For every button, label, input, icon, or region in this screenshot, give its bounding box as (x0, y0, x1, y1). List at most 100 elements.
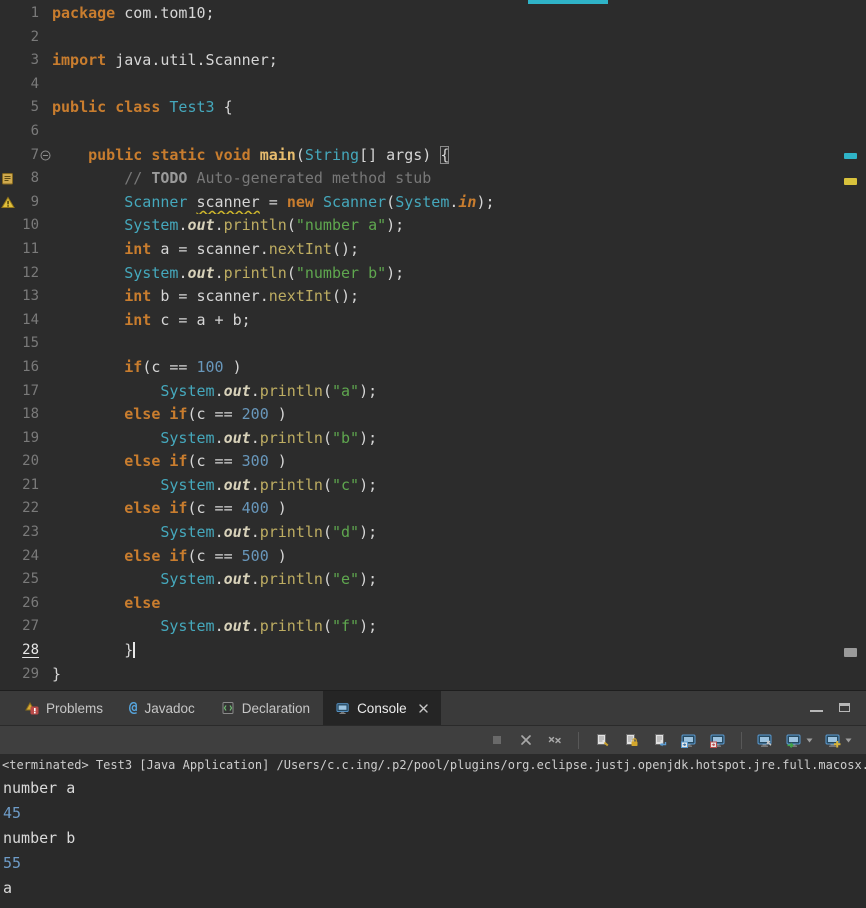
annotation-ruler-cell[interactable] (0, 380, 15, 404)
warning-marker-icon (0, 196, 15, 209)
open-console-button[interactable] (822, 729, 854, 751)
annotation-ruler-cell[interactable] (0, 49, 15, 73)
code-line[interactable]: 13 int b = scanner.nextInt(); (0, 285, 866, 309)
annotation-ruler-cell[interactable] (0, 639, 15, 663)
fold-ruler-cell (39, 663, 52, 687)
annotation-ruler-cell[interactable] (0, 474, 15, 498)
console-view[interactable]: <terminated> Test3 [Java Application] /U… (0, 754, 866, 908)
code-line[interactable]: 17 System.out.println("a"); (0, 380, 866, 404)
annotation-ruler-cell[interactable] (0, 26, 15, 50)
pin-console-button[interactable] (754, 729, 776, 751)
code-line[interactable]: 26 else (0, 592, 866, 616)
annotation-ruler-cell[interactable] (0, 309, 15, 333)
minimize-button[interactable] (810, 699, 823, 717)
cursor-line-overview-marker[interactable] (844, 648, 857, 657)
tab-problems[interactable]: Problems (12, 691, 116, 725)
code-token: Test3 (169, 98, 215, 117)
code-line[interactable]: 23 System.out.println("d"); (0, 521, 866, 545)
active-editor-tab-accent (528, 0, 608, 4)
code-line[interactable]: 22 else if(c == 400 ) (0, 497, 866, 521)
code-line[interactable]: 4 (0, 73, 866, 97)
annotation-ruler-cell[interactable] (0, 592, 15, 616)
fold-collapse-icon[interactable] (39, 144, 52, 168)
code-line[interactable]: 1 package com.tom10; (0, 2, 866, 26)
annotation-ruler-cell[interactable] (0, 497, 15, 521)
tab-javadoc[interactable]: @ Javadoc (116, 691, 208, 725)
code-line[interactable]: 11 int a = scanner.nextInt(); (0, 238, 866, 262)
show-stdout-button[interactable] (678, 729, 700, 751)
annotation-ruler-cell[interactable] (0, 167, 15, 191)
code-line[interactable]: 25 System.out.println("e"); (0, 568, 866, 592)
code-token: public (88, 145, 143, 164)
code-token: ); (386, 263, 405, 282)
annotation-ruler-cell[interactable] (0, 262, 15, 286)
code-line[interactable]: 28 } (0, 639, 866, 663)
annotation-ruler-cell[interactable] (0, 615, 15, 639)
annotation-ruler-cell[interactable] (0, 120, 15, 144)
declaration-icon (221, 701, 235, 715)
code-area[interactable]: 1 package com.tom10; 2 3 import java.util.Sc… (0, 0, 866, 686)
code-text: System.out.println("number a"); (52, 214, 866, 238)
scroll-lock-button[interactable] (620, 729, 642, 751)
tab-console[interactable]: Console (323, 691, 441, 725)
annotation-ruler-cell[interactable] (0, 663, 15, 687)
code-line[interactable]: 5 public class Test3 { (0, 96, 866, 120)
code-line[interactable]: 14 int c = a + b; (0, 309, 866, 333)
warning-overview-marker[interactable] (844, 178, 857, 185)
annotation-ruler-cell[interactable] (0, 214, 15, 238)
annotation-ruler-cell[interactable] (0, 356, 15, 380)
code-line[interactable]: 2 (0, 26, 866, 50)
dropdown-caret-icon[interactable] (806, 738, 815, 743)
code-line[interactable]: 21 System.out.println("c"); (0, 474, 866, 498)
code-line[interactable]: 6 (0, 120, 866, 144)
annotation-ruler-cell[interactable] (0, 191, 15, 215)
code-line[interactable]: 12 System.out.println("number b"); (0, 262, 866, 286)
annotation-ruler-cell[interactable] (0, 96, 15, 120)
annotation-ruler-cell[interactable] (0, 2, 15, 26)
annotation-ruler-cell[interactable] (0, 521, 15, 545)
code-line[interactable]: 3 import java.util.Scanner; (0, 49, 866, 73)
code-line[interactable]: 27 System.out.println("f"); (0, 615, 866, 639)
code-line[interactable]: 9 Scanner scanner = new Scanner(System.i… (0, 191, 866, 215)
terminate-button[interactable] (486, 729, 508, 751)
code-token: ( (322, 570, 332, 589)
maximize-button[interactable] (839, 699, 850, 717)
remove-all-terminated-button[interactable] (544, 729, 566, 751)
clear-console-button[interactable] (591, 729, 613, 751)
code-line[interactable]: 8 // TODO Auto-generated method stub (0, 167, 866, 191)
annotation-ruler-cell[interactable] (0, 144, 15, 168)
code-line[interactable]: 15 (0, 332, 866, 356)
code-line[interactable]: 7 public static void main(String[] args)… (0, 144, 866, 168)
task-overview-marker[interactable] (844, 153, 857, 159)
annotation-ruler-cell[interactable] (0, 73, 15, 97)
show-stderr-button[interactable] (707, 729, 729, 751)
display-selected-console-button[interactable] (783, 729, 815, 751)
remove-launch-button[interactable] (515, 729, 537, 751)
annotation-ruler-cell[interactable] (0, 568, 15, 592)
code-line[interactable]: 10 System.out.println("number a"); (0, 214, 866, 238)
matched-brace: { (440, 145, 450, 164)
fold-ruler-cell (39, 545, 52, 569)
annotation-ruler-cell[interactable] (0, 332, 15, 356)
dropdown-caret-icon[interactable] (845, 738, 854, 743)
annotation-ruler-cell[interactable] (0, 285, 15, 309)
text-caret (133, 642, 136, 659)
console-output[interactable]: number a 45 number b 55 a (0, 776, 866, 901)
code-line[interactable]: 20 else if(c == 300 ) (0, 450, 866, 474)
code-line[interactable]: 18 else if(c == 200 ) (0, 403, 866, 427)
tab-declaration[interactable]: Declaration (208, 691, 323, 725)
annotation-ruler-cell[interactable] (0, 450, 15, 474)
code-token: String (304, 145, 360, 164)
code-line[interactable]: 19 System.out.println("b"); (0, 427, 866, 451)
tab-close-icon[interactable] (418, 703, 428, 713)
code-line[interactable]: 29} (0, 663, 866, 687)
editor-area[interactable]: 1 package com.tom10; 2 3 import java.util.Sc… (0, 0, 866, 690)
annotation-ruler-cell[interactable] (0, 427, 15, 451)
annotation-ruler-cell[interactable] (0, 545, 15, 569)
code-line[interactable]: 16 if(c == 100 ) (0, 356, 866, 380)
annotation-ruler-cell[interactable] (0, 238, 15, 262)
word-wrap-button[interactable] (649, 729, 671, 751)
code-line[interactable]: 24 else if(c == 500 ) (0, 545, 866, 569)
annotation-ruler-cell[interactable] (0, 403, 15, 427)
